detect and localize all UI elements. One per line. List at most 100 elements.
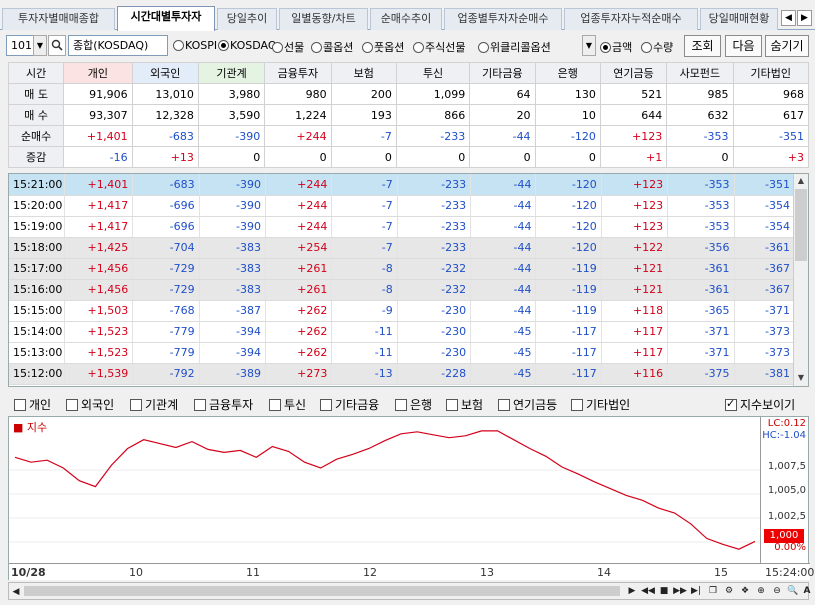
column-header[interactable]: 기타법인: [732, 62, 810, 84]
table-cell: -230: [397, 321, 472, 343]
table-cell: -371: [667, 321, 735, 343]
next-button[interactable]: 다음: [725, 35, 762, 57]
zoom-in-icon[interactable]: ⊕: [754, 584, 768, 598]
tab-time-investor[interactable]: 시간대별투자자: [117, 6, 215, 31]
scroll-thumb[interactable]: [795, 189, 807, 261]
filter-insurance[interactable]: 보험: [446, 396, 483, 413]
fast-forward-icon[interactable]: ▶▶: [673, 584, 687, 598]
table-row[interactable]: 15:21:00 +1,401 -683 -390 +244 -7 -233 -44 -120 +…: [9, 174, 796, 196]
table-cell: -233: [397, 195, 472, 217]
x-tick-label: 10: [129, 566, 143, 579]
column-header[interactable]: 기관계: [197, 62, 266, 84]
table-row[interactable]: 15:16:00 +1,456 -729 -383 +261 -8 -232 -44 -119 +…: [9, 279, 796, 301]
step-icon[interactable]: ▶|: [689, 584, 703, 598]
table-cell: +262: [265, 321, 333, 343]
table-cell: -45: [470, 342, 537, 364]
table-row[interactable]: 15:17:00 +1,456 -729 -383 +261 -8 -232 -44 -119 +…: [9, 258, 796, 280]
tab-prev-arrow-icon[interactable]: ◀: [781, 10, 796, 26]
table-cell: -117: [535, 342, 602, 364]
filter-other-finance[interactable]: 기타금융: [320, 396, 379, 413]
column-header[interactable]: 보험: [330, 62, 397, 84]
column-header[interactable]: 외국인: [131, 62, 199, 84]
table-cell: +123: [601, 195, 669, 217]
index-chart[interactable]: ■ 지수 LC:0.12 HC:-1.04 1,007,5 1,005,0 1,00…: [8, 416, 814, 580]
table-cell: -119: [535, 279, 602, 301]
chevron-down-icon[interactable]: ▼: [33, 35, 47, 56]
table-cell: -45: [470, 363, 537, 385]
radio-weekly-call[interactable]: 위클리콜옵션: [478, 39, 551, 55]
table-row[interactable]: 15:18:00 +1,425 -704 -383 +254 -7 -233 -44 -120 +…: [9, 237, 796, 259]
filter-financial-invest[interactable]: 금융투자: [194, 396, 253, 413]
table-row[interactable]: 15:13:00 +1,523 -779 -394 +262 -11 -230 -45 -117…: [9, 342, 796, 364]
stop-icon[interactable]: ■: [657, 584, 671, 598]
radio-kospi[interactable]: KOSPI: [173, 39, 217, 52]
table-cell: 93,307: [63, 104, 133, 126]
scroll-thumb[interactable]: [24, 586, 620, 596]
radio-kosdaq[interactable]: KOSDAQ: [218, 39, 277, 52]
table-row[interactable]: 15:14:00 +1,523 -779 -394 +262 -11 -230 -45 -117…: [9, 321, 796, 343]
search-icon[interactable]: 🔍: [786, 584, 800, 598]
tab-daily-trading[interactable]: 당일매매현황: [700, 8, 778, 30]
query-button[interactable]: 조회: [684, 35, 721, 57]
radio-futures[interactable]: 선물: [272, 39, 304, 55]
table-cell: -16: [63, 146, 133, 168]
radio-stock-futures[interactable]: 주식선물: [413, 39, 465, 55]
x-tick-label: 13: [480, 566, 494, 579]
filter-institution[interactable]: 기관계: [130, 396, 178, 413]
hide-button[interactable]: 숨기기: [765, 35, 809, 57]
play-left-icon[interactable]: ▶: [625, 584, 639, 598]
column-header[interactable]: 사모펀드: [666, 62, 734, 84]
tab-daily-chart[interactable]: 일별동향/차트: [279, 8, 368, 30]
gear-icon[interactable]: ⚙: [722, 584, 736, 598]
column-header[interactable]: 개인: [63, 62, 133, 84]
radio-quantity[interactable]: 수량: [641, 39, 673, 55]
radio-call-option[interactable]: 콜옵션: [311, 39, 353, 55]
filter-trust[interactable]: 투신: [269, 396, 306, 413]
vertical-scrollbar[interactable]: ▲ ▼: [793, 174, 808, 386]
radio-put-option[interactable]: 풋옵션: [362, 39, 404, 55]
text-size-icon[interactable]: A: [800, 584, 814, 598]
table-cell: -233: [397, 174, 472, 196]
filter-pension[interactable]: 연기금등: [498, 396, 557, 413]
table-cell: -44: [470, 300, 537, 322]
filter-show-index[interactable]: 지수보이기: [725, 396, 795, 413]
filter-bank[interactable]: 은행: [395, 396, 432, 413]
table-cell: -119: [535, 300, 602, 322]
x-tick-label: 11: [246, 566, 260, 579]
scroll-up-icon[interactable]: ▲: [794, 174, 808, 188]
tab-investor-summary[interactable]: 투자자별매매종합: [2, 8, 115, 30]
table-cell: 13,010: [131, 83, 199, 105]
table-row[interactable]: 15:15:00 +1,503 -768 -387 +262 -9 -230 -44 -119 +…: [9, 300, 796, 322]
tab-intraday-trend[interactable]: 당일추이: [217, 8, 277, 30]
table-cell: -354: [734, 216, 796, 238]
chevron-down-icon[interactable]: ▼: [582, 35, 596, 56]
window-icon[interactable]: ❐: [706, 584, 720, 598]
index-name-field[interactable]: 종합(KOSDAQ): [68, 35, 168, 56]
search-icon[interactable]: [48, 35, 66, 56]
column-header[interactable]: 연기금등: [599, 62, 668, 84]
filter-other-corp[interactable]: 기타법인: [571, 396, 630, 413]
column-header[interactable]: 금융투자: [264, 62, 332, 84]
scroll-down-icon[interactable]: ▼: [794, 371, 808, 385]
column-header[interactable]: 시간: [7, 62, 65, 84]
layers-icon[interactable]: ❖: [738, 584, 752, 598]
filter-individual[interactable]: 개인: [14, 396, 51, 413]
column-header[interactable]: 기타금융: [469, 62, 536, 84]
rewind-icon[interactable]: ◀◀: [641, 584, 655, 598]
tab-next-arrow-icon[interactable]: ▶: [797, 10, 812, 26]
table-cell: -383: [199, 279, 266, 301]
filter-foreign[interactable]: 외국인: [66, 396, 114, 413]
tab-sector-net-buy[interactable]: 업종별투자자순매수: [444, 8, 562, 30]
table-row[interactable]: 15:20:00 +1,417 -696 -390 +244 -7 -233 -44 -120 +…: [9, 195, 796, 217]
column-header[interactable]: 투신: [395, 62, 471, 84]
tab-sector-cumulative[interactable]: 업종투자자누적순매수: [564, 8, 698, 30]
table-row[interactable]: 15:12:00 +1,539 -792 -389 +273 -13 -228 -45 -117…: [9, 363, 796, 385]
tab-net-buy-trend[interactable]: 순매수추이: [370, 8, 442, 30]
table-row[interactable]: 15:19:00 +1,417 -696 -390 +244 -7 -233 -44 -120 +…: [9, 216, 796, 238]
horizontal-scrollbar[interactable]: ◀: [9, 584, 629, 599]
column-header[interactable]: 은행: [534, 62, 601, 84]
zoom-out-icon[interactable]: ⊖: [770, 584, 784, 598]
scroll-left-icon[interactable]: ◀: [9, 585, 23, 599]
radio-amount[interactable]: 금액: [600, 39, 632, 55]
code-select[interactable]: 101: [6, 35, 34, 56]
